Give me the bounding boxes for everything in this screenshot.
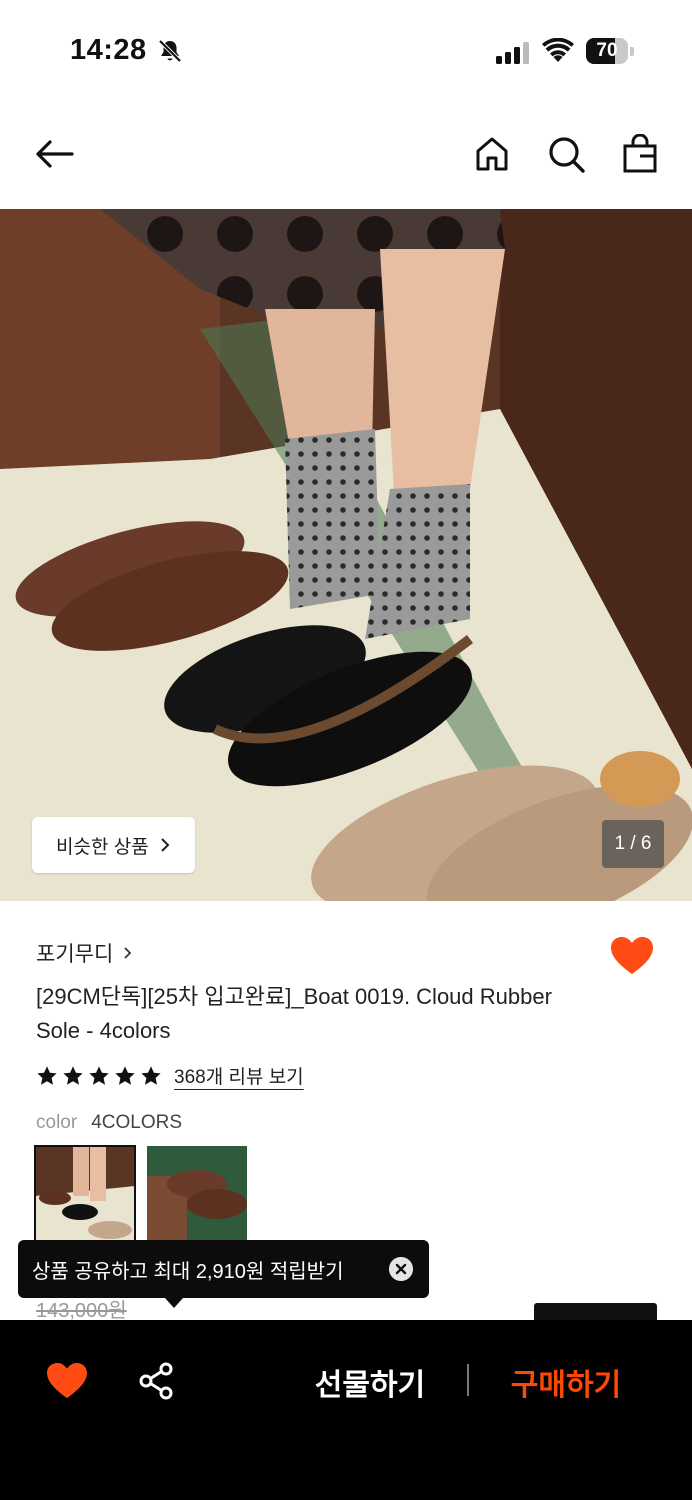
back-arrow-icon[interactable] (34, 134, 74, 174)
divider (467, 1364, 469, 1396)
share-icon[interactable] (138, 1362, 176, 1400)
top-nav (0, 120, 692, 196)
image-counter: 1 / 6 (602, 820, 664, 868)
home-icon[interactable] (472, 134, 512, 174)
product-hero-image[interactable]: 비슷한 상품 1 / 6 (0, 209, 692, 901)
color-value: 4COLORS (91, 1112, 182, 1133)
wishlist-heart-icon[interactable] (610, 936, 654, 976)
status-time: 14:28 (70, 34, 147, 66)
bell-muted-icon (158, 39, 182, 63)
color-row: color 4COLORS (36, 1112, 182, 1134)
star-icon (115, 1065, 135, 1085)
similar-products-label: 비슷한 상품 (56, 836, 149, 858)
buy-button[interactable]: 구매하기 (476, 1360, 656, 1404)
star-icon (63, 1065, 83, 1085)
color-thumbnails (34, 1145, 247, 1243)
battery-percent: 70 (596, 40, 618, 61)
battery-indicator: 70 (586, 38, 634, 64)
chevron-right-icon (160, 838, 170, 852)
original-price: 143,000원 (36, 1300, 127, 1322)
color-label: color (36, 1112, 78, 1133)
gift-button[interactable]: 선물하기 (270, 1360, 470, 1404)
review-link[interactable]: 368개 리뷰 보기 (174, 1062, 304, 1089)
search-icon[interactable] (546, 134, 586, 174)
chevron-right-icon (124, 947, 132, 959)
rating-row: 368개 리뷰 보기 (36, 1062, 304, 1089)
star-icon (37, 1065, 57, 1085)
product-title: [29CM단독][25차 입고완료]_Boat 0019. Cloud Rubb… (36, 984, 552, 1043)
status-bar: 14:28 70 (0, 0, 692, 100)
heart-icon[interactable] (46, 1362, 88, 1400)
color-thumbnail[interactable] (147, 1146, 247, 1242)
cellular-signal-icon (496, 42, 529, 64)
shopping-bag-icon[interactable] (620, 134, 660, 174)
tooltip-text: 상품 공유하고 최대 2,910원 적립받기 (32, 1260, 344, 1283)
wifi-icon (542, 38, 574, 62)
bottom-action-bar: 선물하기 구매하기 (0, 1320, 692, 1500)
similar-products-button[interactable]: 비슷한 상품 (32, 817, 195, 873)
share-reward-tooltip[interactable]: 상품 공유하고 최대 2,910원 적립받기 (18, 1240, 429, 1308)
color-thumbnail-selected[interactable] (34, 1145, 136, 1243)
star-icon (141, 1065, 161, 1085)
brand-link[interactable]: 포기무디 (36, 938, 133, 968)
brand-name: 포기무디 (36, 943, 114, 966)
star-icon (89, 1065, 109, 1085)
close-icon[interactable] (389, 1257, 413, 1281)
product-photo (0, 209, 692, 901)
